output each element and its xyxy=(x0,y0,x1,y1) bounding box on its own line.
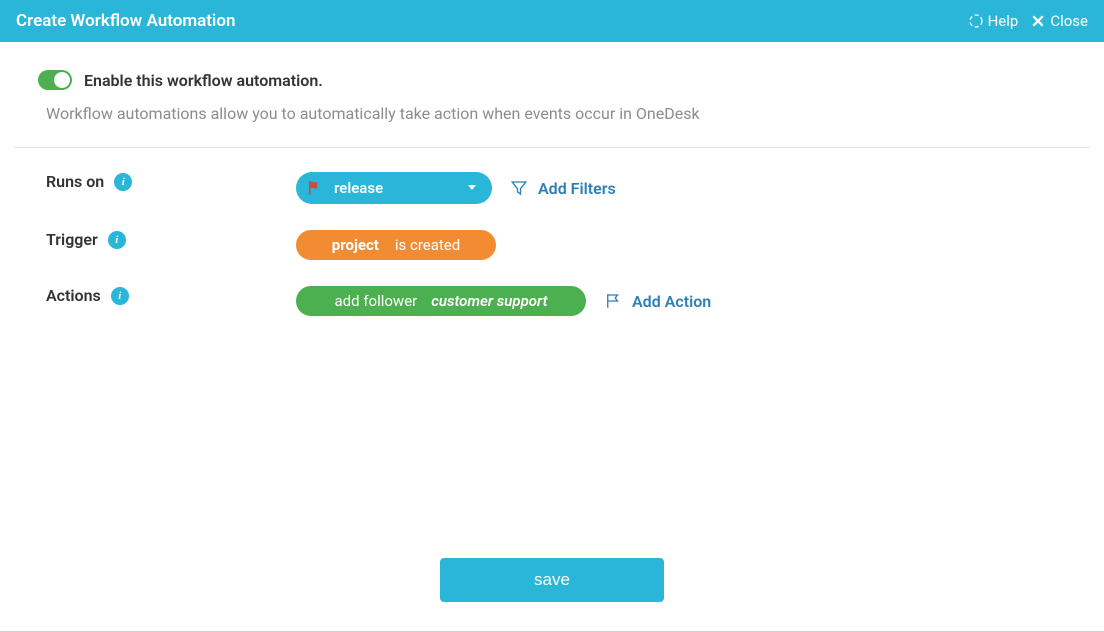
action-pill[interactable]: add follower customer support xyxy=(296,286,586,316)
help-label: Help xyxy=(988,12,1019,30)
flag-icon xyxy=(306,179,324,197)
chevron-down-icon xyxy=(466,179,478,197)
divider xyxy=(14,147,1090,148)
modal-content: Enable this workflow automation. Workflo… xyxy=(0,42,1104,316)
runs-on-label-wrap: Runs on i xyxy=(46,172,296,191)
flag-outline-icon xyxy=(604,292,622,310)
runs-on-label: Runs on xyxy=(46,172,104,191)
actions-label-wrap: Actions i xyxy=(46,286,296,305)
add-action-button[interactable]: Add Action xyxy=(604,292,711,311)
runs-on-controls: release Add Filters xyxy=(296,172,616,204)
action-pill-value: customer support xyxy=(431,292,547,310)
add-action-label: Add Action xyxy=(632,292,711,311)
actions-controls: add follower customer support Add Action xyxy=(296,286,711,316)
description-text: Workflow automations allow you to automa… xyxy=(46,104,1066,123)
add-filters-button[interactable]: Add Filters xyxy=(510,179,616,198)
runs-on-value: release xyxy=(334,179,383,197)
add-filters-label: Add Filters xyxy=(538,179,616,198)
info-icon[interactable]: i xyxy=(114,173,132,191)
info-icon[interactable]: i xyxy=(108,231,126,249)
filter-icon xyxy=(510,179,528,197)
enable-label: Enable this workflow automation. xyxy=(84,71,323,90)
help-icon xyxy=(968,13,984,29)
info-icon[interactable]: i xyxy=(111,287,129,305)
action-pill-label: add follower xyxy=(335,292,418,310)
trigger-row: Trigger i project is created xyxy=(46,230,1066,260)
runs-on-select[interactable]: release xyxy=(296,172,492,204)
trigger-label-wrap: Trigger i xyxy=(46,230,296,249)
actions-row: Actions i add follower customer support … xyxy=(46,286,1066,316)
actions-label: Actions xyxy=(46,286,101,305)
close-label: Close xyxy=(1050,12,1088,30)
close-button[interactable]: Close xyxy=(1030,12,1088,30)
trigger-strong: project xyxy=(332,236,379,254)
close-icon xyxy=(1030,13,1046,29)
runs-on-row: Runs on i release xyxy=(46,172,1066,204)
modal-title: Create Workflow Automation xyxy=(16,11,235,31)
form-rows: Runs on i release xyxy=(46,172,1066,316)
save-button[interactable]: save xyxy=(440,558,664,602)
enable-toggle[interactable] xyxy=(38,70,72,90)
trigger-rest: is created xyxy=(395,236,460,254)
save-wrap: save xyxy=(0,558,1104,602)
header-actions: Help Close xyxy=(968,12,1088,30)
enable-row: Enable this workflow automation. xyxy=(38,70,1066,90)
help-button[interactable]: Help xyxy=(968,12,1019,30)
trigger-pill[interactable]: project is created xyxy=(296,230,496,260)
trigger-controls: project is created xyxy=(296,230,496,260)
modal-header: Create Workflow Automation Help Close xyxy=(0,0,1104,42)
trigger-label: Trigger xyxy=(46,230,98,249)
